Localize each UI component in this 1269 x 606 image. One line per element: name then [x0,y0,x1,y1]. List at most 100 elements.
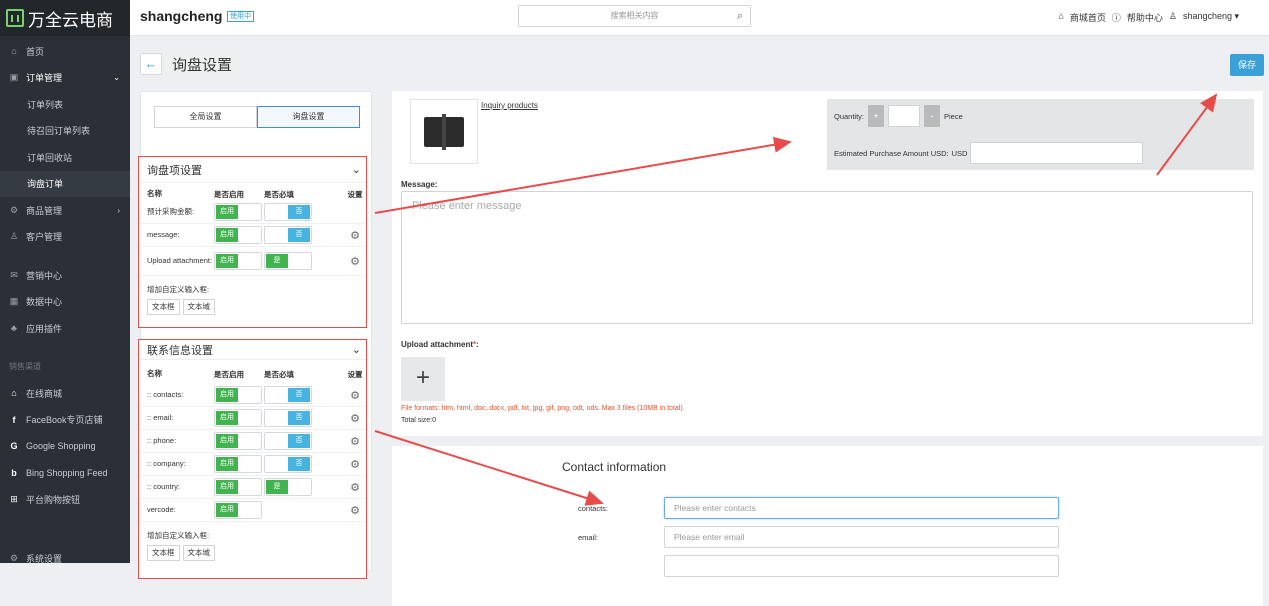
tab-global-settings[interactable]: 全局设置 [154,106,257,128]
sidebar-item-facebook[interactable]: fFaceBook专页店铺 [0,407,130,434]
sidebar-item-order-recycle[interactable]: 订单回收站 [0,144,130,171]
tab-inquiry-settings[interactable]: 询盘设置 [257,106,360,128]
sidebar-item-home[interactable]: ⌂首页 [0,38,130,65]
required-toggle[interactable]: 否 [264,409,312,427]
gear-icon[interactable]: ⚙ [350,230,360,242]
contact-items-section: 联系信息设置⌄ 名称 是否启用 是否必填 设置 :: contacts: 启用 … [138,339,367,579]
enabled-toggle[interactable]: 启用 [214,478,262,496]
toggle-label: 否 [288,388,310,402]
main-content: ← 询盘设置 保存 全局设置 询盘设置 询盘项设置⌄ 名称 是否启用 是否必填 … [130,36,1269,563]
back-button[interactable]: ← [140,53,162,75]
inquiry-preview: Inquiry products Quantity: + - Piece Est… [392,91,1263,436]
required-toggle[interactable]: 是 [264,478,312,496]
minus-button[interactable]: - [924,105,940,127]
plus-button[interactable]: + [868,105,884,127]
gear-icon[interactable]: ⚙ [350,459,360,471]
logo[interactable]: 万全云电商 [0,0,130,36]
help-link[interactable]: 帮助中心 [1127,11,1163,24]
facebook-icon: f [9,415,19,425]
gear-icon[interactable]: ⚙ [350,436,360,448]
sidebar-item-label: 待召回订单列表 [27,124,90,137]
contacts-field[interactable]: Please enter contacts [664,497,1059,519]
header-settings: 设置 [344,369,366,380]
file-format-hint: File formats: htm, html, doc, docx, pdf,… [401,405,685,412]
inquiry-items-section: 询盘项设置⌄ 名称 是否启用 是否必填 设置 预计采购金额: 启用 否 mess… [138,156,367,328]
toggle-label: 是 [266,480,288,494]
chevron-down-icon[interactable]: ⌄ [352,163,361,176]
enabled-toggle[interactable]: 启用 [214,226,262,244]
marketing-icon: ✉ [9,270,19,281]
phone-field[interactable] [664,555,1059,577]
toggle-label: 启用 [216,457,238,471]
quantity-label: Quantity: [834,112,864,121]
gear-icon[interactable]: ⚙ [350,390,360,402]
sidebar-item-plugins[interactable]: ♣应用插件 [0,315,130,342]
header-enabled: 是否启用 [214,189,264,200]
table-row: :: country: 启用 是 ⚙ [139,476,366,499]
quantity-input[interactable] [888,105,920,127]
row-name: :: email: [147,413,214,423]
sidebar-item-recall-orders[interactable]: 待召回订单列表 [0,118,130,145]
toggle-label: 否 [288,228,310,242]
gear-icon[interactable]: ⚙ [350,505,360,517]
sidebar-item-products[interactable]: ⚙商品管理› [0,197,130,224]
sidebar-item-buy-button[interactable]: ⊞平台购物按钮 [0,486,130,513]
required-toggle[interactable]: 否 [264,203,312,221]
user-icon: ♙ [1169,11,1177,24]
gear-icon[interactable]: ⚙ [350,482,360,494]
home-icon: ⌂ [9,46,19,56]
product-icon: ⚙ [9,205,19,216]
user-menu[interactable]: shangcheng ▾ [1183,11,1239,24]
required-toggle[interactable]: 否 [264,455,312,473]
add-textarea-button[interactable]: 文本域 [183,299,216,315]
required-toggle[interactable]: 否 [264,432,312,450]
sidebar-item-data[interactable]: ▦数据中心 [0,289,130,316]
enabled-toggle[interactable]: 启用 [214,409,262,427]
sidebar-item-orders[interactable]: ▣订单管理⌄ [0,65,130,92]
required-toggle[interactable]: 否 [264,226,312,244]
sidebar-item-label: 询盘订单 [27,177,63,190]
toggle-label: 启用 [216,388,238,402]
row-name: vercode: [147,505,214,515]
status-badge: 使用中 [227,11,254,22]
sidebar-item-settings[interactable]: ⚙系统设置 [0,546,130,573]
email-field[interactable]: Please enter email [664,526,1059,548]
search-input[interactable]: 搜索相关内容 ⌕ [518,5,751,27]
add-textbox-button[interactable]: 文本框 [147,545,180,561]
required-toggle[interactable]: 是 [264,252,312,270]
sidebar-item-online-store[interactable]: ⌂在线商城 [0,380,130,407]
inquiry-products-link[interactable]: Inquiry products [481,101,538,110]
upload-button[interactable]: + [401,357,445,401]
enabled-toggle[interactable]: 启用 [214,432,262,450]
chevron-down-icon: ⌄ [113,73,120,82]
sidebar-item-customers[interactable]: ♙客户管理 [0,224,130,251]
save-button[interactable]: 保存 [1230,54,1264,76]
sidebar-item-label: 订单列表 [27,98,63,111]
sidebar-item-order-list[interactable]: 订单列表 [0,91,130,118]
currency-label: USD [952,149,968,158]
sidebar-item-bing-feed[interactable]: bBing Shopping Feed [0,460,130,487]
header-settings: 设置 [344,189,366,200]
gear-icon[interactable]: ⚙ [350,256,360,268]
hinge-image [424,117,464,147]
table-row: vercode: 启用 ⚙ [139,499,366,522]
enabled-toggle[interactable]: 启用 [214,252,262,270]
gear-icon[interactable]: ⚙ [350,413,360,425]
sidebar-item-inquiry-orders[interactable]: 询盘订单 [0,171,130,198]
add-textbox-button[interactable]: 文本框 [147,299,180,315]
enabled-toggle[interactable]: 启用 [214,455,262,473]
toggle-label: 否 [288,205,310,219]
message-textarea[interactable]: Please enter message [401,191,1253,324]
amount-input[interactable] [970,142,1143,164]
enabled-toggle[interactable]: 启用 [214,386,262,404]
chevron-down-icon[interactable]: ⌄ [352,343,361,356]
enabled-toggle[interactable]: 启用 [214,501,262,519]
required-toggle[interactable]: 否 [264,386,312,404]
sidebar-item-google-shopping[interactable]: GGoogle Shopping [0,433,130,460]
enabled-toggle[interactable]: 启用 [214,203,262,221]
search-icon[interactable]: ⌕ [737,6,743,26]
store-home-link[interactable]: 商城首页 [1070,11,1106,24]
sidebar-item-marketing[interactable]: ✉营销中心 [0,262,130,289]
add-textarea-button[interactable]: 文本域 [183,545,216,561]
logo-mark-icon [6,9,24,27]
